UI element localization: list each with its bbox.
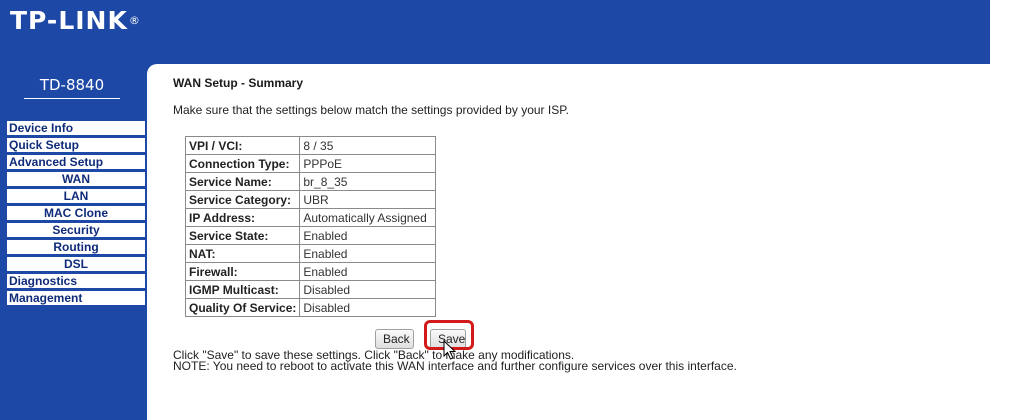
summary-label: IP Address: [184, 208, 301, 227]
summary-value: Disabled [299, 280, 437, 299]
trademark-mark: ® [128, 14, 141, 27]
wan-summary-table: VPI / VCI: 8 / 35 Connection Type: PPPoE Ser… [184, 136, 437, 317]
summary-label: Service Category: [184, 190, 301, 209]
table-row: VPI / VCI: 8 / 35 [184, 136, 437, 155]
summary-value: 8 / 35 [299, 136, 437, 155]
page-title: WAN Setup - Summary [173, 76, 304, 90]
summary-label: VPI / VCI: [184, 136, 301, 155]
table-row: Service Name: br_8_35 [184, 172, 437, 191]
summary-value: Enabled [299, 262, 437, 281]
table-row: Service Category: UBR [184, 190, 437, 209]
summary-label: Quality Of Service: [184, 298, 301, 317]
summary-label: Connection Type: [184, 154, 301, 173]
summary-value: Automatically Assigned [299, 208, 437, 227]
main-content: WAN Setup - Summary Make sure that the s… [147, 64, 990, 420]
footer-note: Click "Save" to save these settings. Cli… [173, 349, 973, 373]
table-row: Connection Type: PPPoE [184, 154, 437, 173]
back-button[interactable]: Back [375, 329, 414, 349]
sidebar-item-mac-clone[interactable]: MAC Clone [7, 206, 145, 220]
summary-label: Firewall: [184, 262, 301, 281]
sidebar-nav: Device Info Quick Setup Advanced Setup WAN L… [7, 121, 145, 308]
table-row: Service State: Enabled [184, 226, 437, 245]
summary-value: PPPoE [299, 154, 437, 173]
summary-value: Enabled [299, 226, 437, 245]
summary-value: Enabled [299, 244, 437, 263]
table-row: Firewall: Enabled [184, 262, 437, 281]
summary-value: UBR [299, 190, 437, 209]
sidebar-item-lan[interactable]: LAN [7, 189, 145, 203]
sidebar-item-management[interactable]: Management [7, 291, 145, 305]
intro-text: Make sure that the settings below match … [173, 103, 569, 117]
table-row: IGMP Multicast: Disabled [184, 280, 437, 299]
summary-label: NAT: [184, 244, 301, 263]
table-row: Quality Of Service: Disabled [184, 298, 437, 317]
table-row: IP Address: Automatically Assigned [184, 208, 437, 227]
sidebar-item-wan[interactable]: WAN [7, 172, 145, 186]
sidebar-item-device-info[interactable]: Device Info [7, 121, 145, 135]
sidebar-item-security[interactable]: Security [7, 223, 145, 237]
summary-value: Disabled [299, 298, 437, 317]
sidebar-item-quick-setup[interactable]: Quick Setup [7, 138, 145, 152]
router-admin-frame: TP-LINK® TD-8840 Device Info Quick Setup A… [0, 0, 990, 420]
sidebar-item-dsl[interactable]: DSL [7, 257, 145, 271]
tp-link-logo: TP-LINK® [10, 6, 141, 35]
summary-label: Service State: [184, 226, 301, 245]
footer-reboot-note: NOTE: You need to reboot to activate thi… [173, 359, 737, 373]
model-name: TD-8840 [24, 72, 120, 99]
table-row: NAT: Enabled [184, 244, 437, 263]
sidebar-item-advanced-setup[interactable]: Advanced Setup [7, 155, 145, 169]
sidebar-item-routing[interactable]: Routing [7, 240, 145, 254]
summary-label: Service Name: [184, 172, 301, 191]
summary-label: IGMP Multicast: [184, 280, 301, 299]
mouse-cursor-icon [443, 340, 457, 360]
sidebar-item-diagnostics[interactable]: Diagnostics [7, 274, 145, 288]
summary-value: br_8_35 [299, 172, 437, 191]
